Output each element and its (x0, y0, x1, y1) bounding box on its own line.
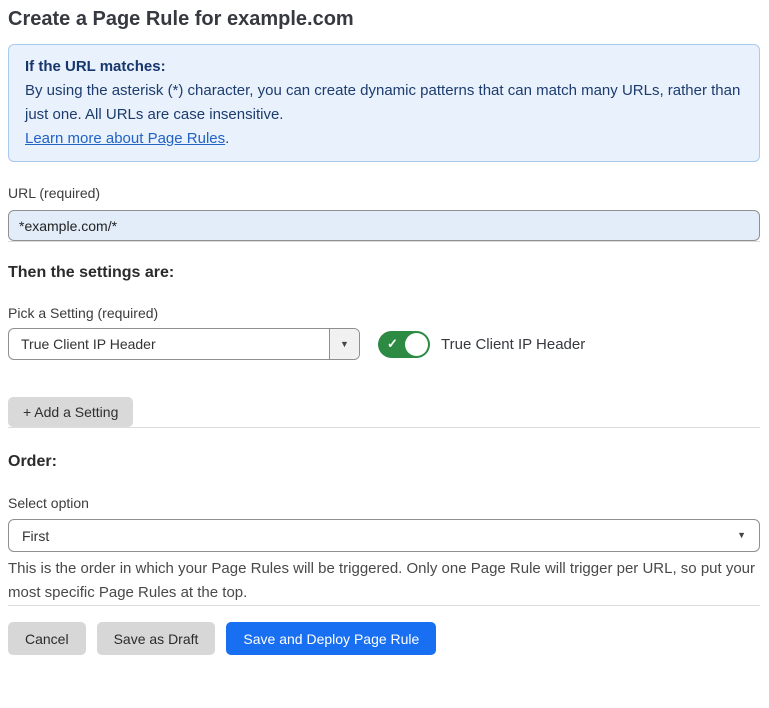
save-as-draft-button[interactable]: Save as Draft (97, 622, 216, 655)
setting-toggle-label: True Client IP Header (441, 336, 585, 353)
order-select-value: First (22, 528, 49, 544)
setting-toggle[interactable]: ✓ (378, 331, 430, 358)
toggle-knob (405, 333, 428, 356)
order-select-label: Select option (8, 494, 760, 512)
add-setting-button[interactable]: + Add a Setting (8, 397, 133, 427)
check-icon: ✓ (387, 337, 398, 350)
link-suffix: . (225, 130, 229, 147)
setting-select[interactable]: True Client IP Header ▼ (8, 328, 360, 360)
save-and-deploy-button[interactable]: Save and Deploy Page Rule (226, 622, 436, 655)
chevron-down-icon: ▼ (737, 531, 746, 540)
settings-section-heading: Then the settings are: (8, 263, 760, 282)
info-box-link-line: Learn more about Page Rules. (25, 127, 743, 151)
setting-select-value: True Client IP Header (9, 329, 329, 359)
divider (8, 427, 760, 428)
url-field-label: URL (required) (8, 184, 760, 202)
order-help-text: This is the order in which your Page Rul… (8, 557, 760, 605)
info-box-heading: If the URL matches: (25, 55, 743, 79)
page-title: Create a Page Rule for example.com (8, 7, 760, 31)
setting-row: True Client IP Header ▼ ✓ True Client IP… (8, 328, 760, 360)
info-box-body: By using the asterisk (*) character, you… (25, 79, 743, 127)
url-input[interactable] (8, 210, 760, 241)
order-select[interactable]: First ▼ (8, 519, 760, 552)
setting-picker-label: Pick a Setting (required) (8, 304, 760, 322)
url-match-info-box: If the URL matches: By using the asteris… (8, 44, 760, 162)
cancel-button[interactable]: Cancel (8, 622, 86, 655)
setting-select-arrow-button[interactable]: ▼ (329, 329, 359, 359)
learn-more-link[interactable]: Learn more about Page Rules (25, 130, 225, 147)
footer-actions: Cancel Save as Draft Save and Deploy Pag… (8, 622, 760, 655)
divider (8, 605, 760, 606)
chevron-down-icon: ▼ (340, 340, 349, 349)
divider (8, 241, 760, 242)
order-section-heading: Order: (8, 452, 760, 471)
page-rule-form: Create a Page Rule for example.com If th… (0, 0, 769, 655)
